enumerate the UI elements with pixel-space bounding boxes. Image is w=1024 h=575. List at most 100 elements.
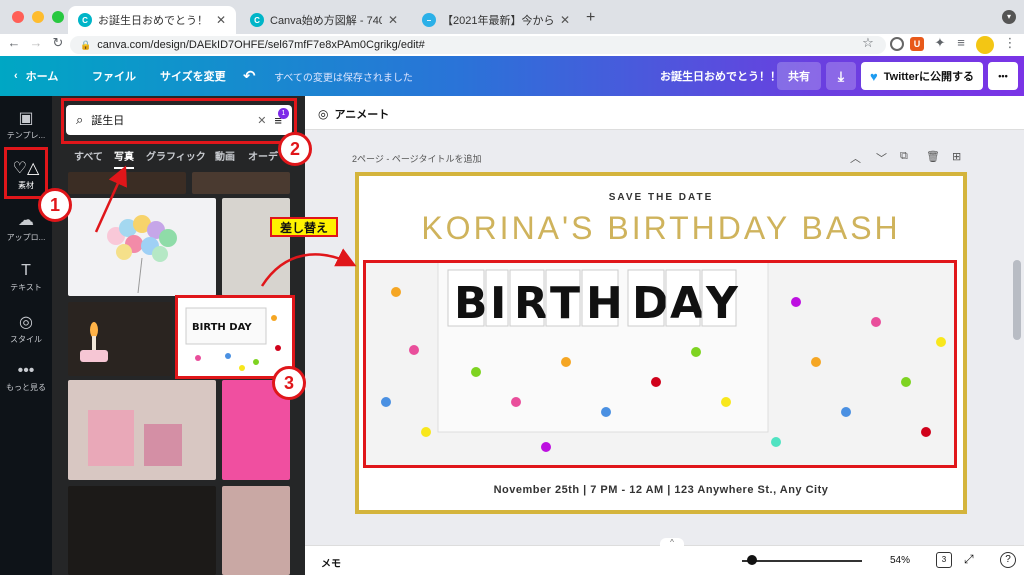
lock-icon: 🔒 xyxy=(80,39,92,50)
expand-pages-icon[interactable]: ^ xyxy=(660,538,684,548)
replace-label: 差し替え xyxy=(270,217,338,237)
page-label[interactable]: 2ページ - ページタイトルを追加 xyxy=(352,152,481,165)
tab-label: お誕生日おめでとう！！ - New Twit xyxy=(98,15,210,27)
window-close-dot[interactable] xyxy=(12,11,24,23)
file-menu[interactable]: ファイル xyxy=(92,56,136,96)
cupcake-illustration xyxy=(80,322,108,362)
profile-avatar[interactable] xyxy=(976,36,994,54)
new-tab-button[interactable]: + xyxy=(586,9,595,27)
twitter-bird-icon: ♥ xyxy=(870,68,878,84)
window-maximize-dot[interactable] xyxy=(52,11,64,23)
template-icon: ▣ xyxy=(18,110,34,127)
balloons-photo[interactable] xyxy=(68,198,216,296)
selected-birthday-thumbnail[interactable]: BIRTH DAY xyxy=(175,295,295,379)
chevron-left-icon: ‹ xyxy=(14,70,18,82)
tab-label: Canva始め方図解 - 740 × 400px xyxy=(270,15,382,27)
page-count-button[interactable]: 3 xyxy=(936,552,952,568)
tab-label: 【2021年最新】今から使えるCanv xyxy=(442,15,554,27)
rail-label: アップロ... xyxy=(6,233,46,242)
step-number-1: 1 xyxy=(38,188,72,222)
rail-label: テキスト xyxy=(10,283,42,292)
more-options-button[interactable]: ••• xyxy=(988,62,1018,90)
window-minimize-dot[interactable] xyxy=(32,11,44,23)
thumb-board-text: BIRTH DAY xyxy=(192,322,252,333)
step-number-2: 2 xyxy=(278,132,312,166)
browser-tab-3[interactable]: – 【2021年最新】今から使えるCanv ✕ xyxy=(412,6,580,34)
search-highlight xyxy=(61,98,297,144)
tab-videos[interactable]: 動画 xyxy=(215,148,235,163)
rail-item-more[interactable]: ••• もっと見る xyxy=(0,362,52,393)
url-text: canva.com/design/DAEkID7OHFE/sel67mfF7e8… xyxy=(97,39,425,51)
rail-label: もっと見る xyxy=(6,383,46,392)
photo-thumbnail[interactable] xyxy=(68,486,216,575)
tab-close-icon[interactable]: ✕ xyxy=(216,13,226,27)
browser-tab-1[interactable]: C お誕生日おめでとう！！ - New Twit ✕ xyxy=(68,6,236,34)
publish-label: Twitterに公開する xyxy=(883,71,974,83)
animate-button[interactable]: ◎ アニメート xyxy=(318,106,389,122)
text-icon: T xyxy=(21,262,31,279)
canvas-scrollbar[interactable] xyxy=(1013,260,1021,340)
design-title[interactable]: KORINA'S BIRTHDAY BASH xyxy=(355,210,967,247)
design-kicker[interactable]: SAVE THE DATE xyxy=(355,192,967,203)
forward-icon[interactable]: → xyxy=(28,35,44,50)
canva-favicon-icon: C xyxy=(250,13,264,27)
delete-page-icon[interactable]: 🗑 xyxy=(926,150,940,163)
editor-toolbar xyxy=(305,96,1024,130)
tab-all[interactable]: すべて xyxy=(74,148,103,163)
balloons-photo[interactable] xyxy=(222,486,290,575)
undo-icon[interactable]: ↶ xyxy=(243,56,256,96)
add-page-icon[interactable]: ⊞ xyxy=(952,150,961,163)
page-up-icon[interactable]: ︿ xyxy=(850,150,861,166)
animate-icon: ◎ xyxy=(318,107,329,121)
duplicate-page-icon[interactable]: ⧉ xyxy=(900,150,908,163)
save-status: すべての変更は保存されました xyxy=(274,72,413,84)
animate-label: アニメート xyxy=(334,109,390,121)
fullscreen-icon[interactable]: ⤢ xyxy=(964,552,974,567)
photo-thumbnail[interactable] xyxy=(68,172,186,194)
bookmark-star-icon[interactable]: ☆ xyxy=(860,35,876,51)
download-icon[interactable]: ⤓ xyxy=(826,62,856,90)
reload-icon[interactable]: ↻ xyxy=(50,35,66,51)
replace-target-highlight xyxy=(363,260,957,468)
photo-thumbnail[interactable] xyxy=(222,198,290,296)
reading-list-icon[interactable]: ≡ xyxy=(953,35,969,50)
url-bar[interactable]: 🔒 canva.com/design/DAEkID7OHFE/sel67mfF7… xyxy=(70,36,886,54)
help-button[interactable]: ? xyxy=(1000,552,1016,568)
extension-ring-icon[interactable] xyxy=(890,37,904,51)
zoom-level[interactable]: 54% xyxy=(890,555,910,566)
browser-tab-2[interactable]: C Canva始め方図解 - 740 × 400px ✕ xyxy=(240,6,408,34)
tab-search-icon[interactable]: ▾ xyxy=(1002,10,1016,24)
home-button[interactable]: ‹ ホーム xyxy=(14,56,58,96)
tab-photos[interactable]: 写真 xyxy=(114,148,134,169)
notes-button[interactable]: メモ xyxy=(321,555,341,570)
rail-item-styles[interactable]: ◎ スタイル xyxy=(0,312,52,345)
design-footer[interactable]: November 25th | 7 PM - 12 AM | 123 Anywh… xyxy=(355,484,967,496)
site-favicon-icon: – xyxy=(422,13,436,27)
rail-item-text[interactable]: T テキスト xyxy=(0,262,52,293)
resize-button[interactable]: サイズを変更 xyxy=(160,56,226,96)
cupcake-candle-photo[interactable] xyxy=(68,302,172,376)
back-icon[interactable]: ← xyxy=(6,35,22,50)
browser-menu-icon[interactable]: ⋮ xyxy=(1002,35,1018,51)
share-button[interactable]: 共有 xyxy=(777,62,821,90)
home-label: ホーム xyxy=(25,71,59,83)
extension-u-icon[interactable]: U xyxy=(910,37,924,51)
tab-graphics[interactable]: グラフィック xyxy=(146,148,206,163)
photo-thumbnail[interactable] xyxy=(192,172,290,194)
balloons-illustration xyxy=(107,215,177,294)
zoom-slider-handle[interactable] xyxy=(747,555,757,565)
tab-close-icon[interactable]: ✕ xyxy=(560,13,570,27)
more-icon: ••• xyxy=(17,362,35,379)
gift-box-shape xyxy=(144,424,182,466)
tab-close-icon[interactable]: ✕ xyxy=(388,13,398,27)
extensions-puzzle-icon[interactable]: ✦ xyxy=(932,35,948,51)
zoom-slider[interactable] xyxy=(742,560,862,562)
page-down-icon[interactable]: ﹀ xyxy=(876,150,887,166)
step-number-3: 3 xyxy=(272,366,306,400)
gift-box-shape xyxy=(88,410,134,466)
publish-twitter-button[interactable]: ♥ Twitterに公開する xyxy=(861,62,983,90)
document-title[interactable]: お誕生日おめでとう！！ xyxy=(660,56,781,96)
elements-highlight xyxy=(4,147,48,199)
gifts-photo[interactable] xyxy=(68,380,216,480)
rail-item-templates[interactable]: ▣ テンプレ... xyxy=(0,108,52,141)
